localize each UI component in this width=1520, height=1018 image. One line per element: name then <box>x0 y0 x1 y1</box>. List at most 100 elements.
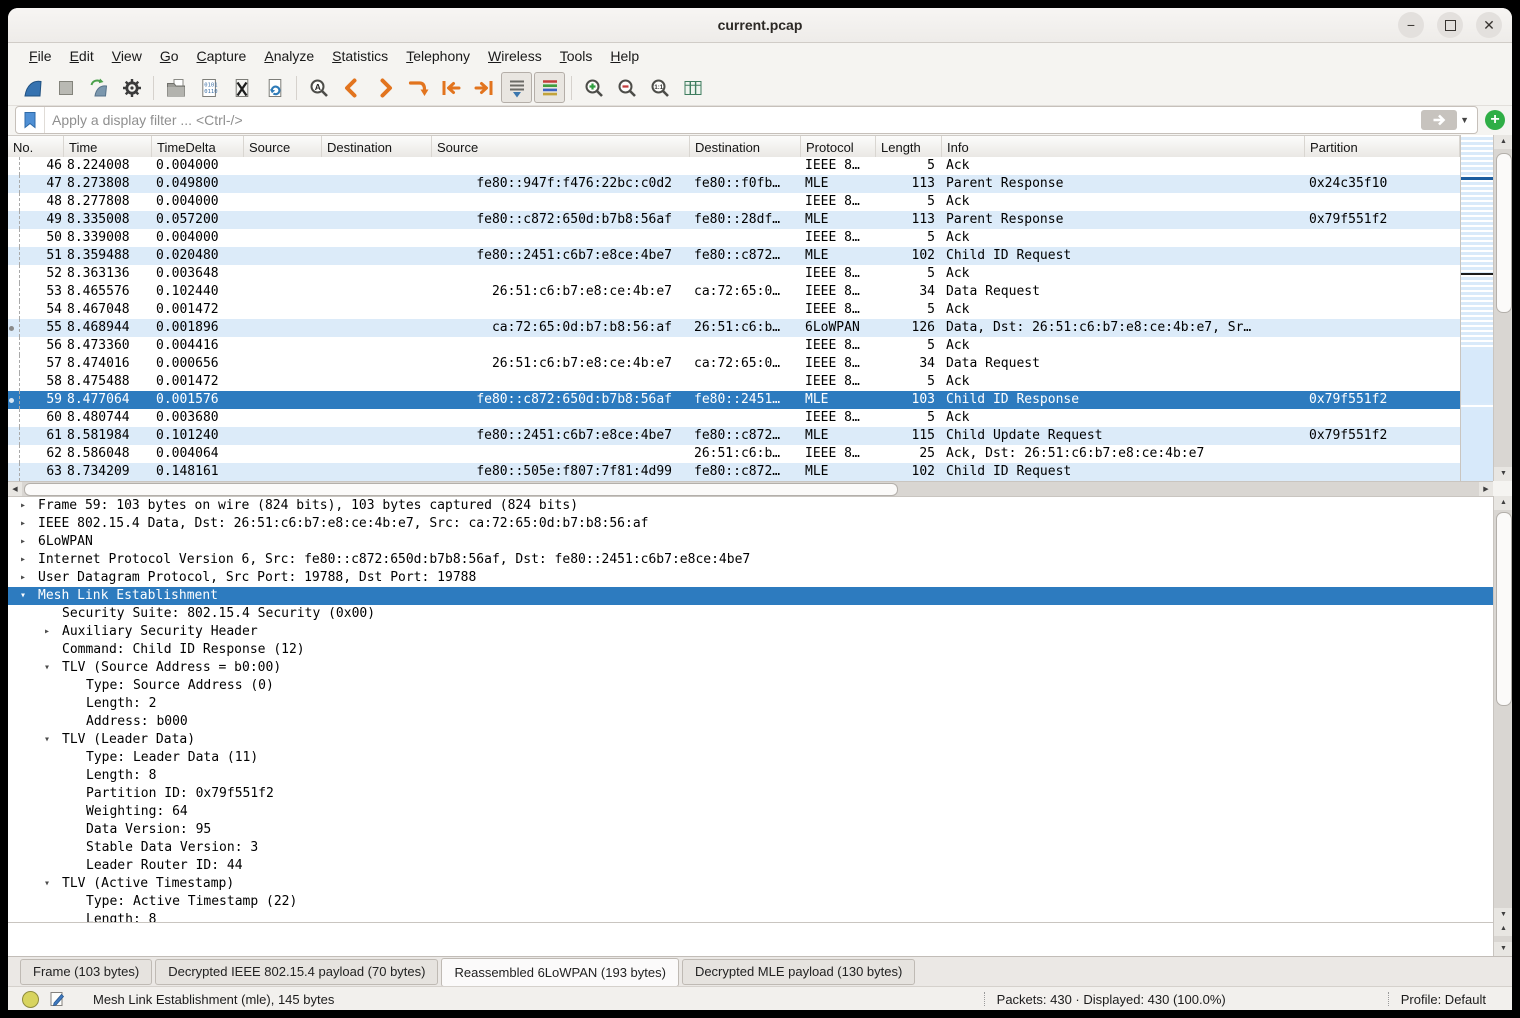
filter-bookmark-button[interactable] <box>16 107 45 133</box>
column-header-source[interactable]: Source <box>432 136 690 158</box>
open-file-folder-icon[interactable] <box>160 72 191 103</box>
menu-tools[interactable]: Tools <box>551 44 602 68</box>
close-button[interactable]: ✕ <box>1476 12 1502 38</box>
detail-row[interactable]: Address: b000 <box>8 713 1493 731</box>
packet-row-62[interactable]: 628.5860480.00406426:51:c6:b…IEEE 8…25Ac… <box>8 445 1460 463</box>
restart-capture-icon[interactable] <box>83 72 114 103</box>
go-back-icon[interactable] <box>336 72 367 103</box>
expert-info-icon[interactable] <box>22 991 39 1008</box>
zoom-out-icon[interactable] <box>611 72 642 103</box>
packet-row-46[interactable]: 468.2240080.004000IEEE 8…5Ack <box>8 157 1460 175</box>
detail-row[interactable]: ▸6LoWPAN <box>8 533 1493 551</box>
packet-row-61[interactable]: 618.5819840.101240fe80::2451:c6b7:e8ce:4… <box>8 427 1460 445</box>
scroll-down-arrow[interactable]: ▼ <box>1494 467 1512 481</box>
expanded-arrow-icon[interactable]: ▾ <box>16 587 30 605</box>
packet-row-58[interactable]: 588.4754880.001472IEEE 8…5Ack <box>8 373 1460 391</box>
go-forward-icon[interactable] <box>369 72 400 103</box>
packet-list-hscrollbar[interactable]: ◀ ▶ <box>8 481 1493 497</box>
menu-analyze[interactable]: Analyze <box>255 44 323 68</box>
packet-row-52[interactable]: 528.3631360.003648IEEE 8…5Ack <box>8 265 1460 283</box>
detail-row[interactable]: Leader Router ID: 44 <box>8 857 1493 875</box>
apply-filter-button[interactable] <box>1421 110 1457 130</box>
capture-comment-icon[interactable] <box>49 991 65 1007</box>
scroll-down-arrow[interactable]: ▼ <box>1494 942 1512 956</box>
packet-row-50[interactable]: 508.3390080.004000IEEE 8…5Ack <box>8 229 1460 247</box>
collapsed-arrow-icon[interactable]: ▸ <box>40 623 54 641</box>
menu-edit[interactable]: Edit <box>61 44 103 68</box>
packet-row-57[interactable]: 578.4740160.00065626:51:c6:b7:e8:ce:4b:e… <box>8 355 1460 373</box>
detail-vscrollbar[interactable]: ▲ ▼ <box>1493 496 1512 922</box>
column-header-no[interactable]: No. <box>8 136 64 158</box>
go-to-packet-icon[interactable] <box>402 72 433 103</box>
detail-row[interactable]: Length: 2 <box>8 695 1493 713</box>
byte-view-tab[interactable]: Decrypted MLE payload (130 bytes) <box>682 959 915 985</box>
detail-row[interactable]: Stable Data Version: 3 <box>8 839 1493 857</box>
menu-capture[interactable]: Capture <box>188 44 256 68</box>
column-header-info[interactable]: Info <box>942 136 1305 158</box>
column-header-length[interactable]: Length <box>876 136 942 158</box>
zoom-in-icon[interactable] <box>578 72 609 103</box>
packet-row-56[interactable]: 568.4733600.004416IEEE 8…5Ack <box>8 337 1460 355</box>
capture-options-gear-icon[interactable] <box>116 72 147 103</box>
packet-list-vscrollbar[interactable]: ▲ ▼ <box>1493 135 1512 481</box>
scroll-up-arrow[interactable]: ▲ <box>1494 922 1512 936</box>
packet-row-55[interactable]: 558.4689440.001896ca:72:65:0d:b7:b8:56:a… <box>8 319 1460 337</box>
detail-row[interactable]: Type: Active Timestamp (22) <box>8 893 1493 911</box>
detail-row[interactable]: Partition ID: 0x79f551f2 <box>8 785 1493 803</box>
detail-row[interactable]: ▸Frame 59: 103 bytes on wire (824 bits),… <box>8 497 1493 515</box>
first-packet-icon[interactable] <box>435 72 466 103</box>
display-filter-input[interactable] <box>45 112 1421 128</box>
packet-row-51[interactable]: 518.3594880.020480fe80::2451:c6b7:e8ce:4… <box>8 247 1460 265</box>
expanded-arrow-icon[interactable]: ▾ <box>40 875 54 893</box>
detail-row[interactable]: ▸Auxiliary Security Header <box>8 623 1493 641</box>
detail-row[interactable]: ▸User Datagram Protocol, Src Port: 19788… <box>8 569 1493 587</box>
detail-row[interactable]: Length: 8 <box>8 767 1493 785</box>
packet-row-53[interactable]: 538.4655760.10244026:51:c6:b7:e8:ce:4b:e… <box>8 283 1460 301</box>
detail-row[interactable]: Weighting: 64 <box>8 803 1493 821</box>
save-file-icon[interactable]: 01010110 <box>193 72 224 103</box>
packet-row-49[interactable]: 498.3350080.057200fe80::c872:650d:b7b8:5… <box>8 211 1460 229</box>
packet-row-63[interactable]: 638.7342090.148161fe80::505e:f807:7f81:4… <box>8 463 1460 481</box>
maximize-button[interactable] <box>1437 12 1463 38</box>
title-bar[interactable]: current.pcap − ✕ <box>8 8 1512 43</box>
scroll-down-arrow[interactable]: ▼ <box>1494 908 1512 922</box>
scroll-right-arrow[interactable]: ▶ <box>1479 482 1493 497</box>
byte-view-tab[interactable]: Reassembled 6LoWPAN (193 bytes) <box>441 958 678 987</box>
detail-row[interactable]: Type: Source Address (0) <box>8 677 1493 695</box>
menu-statistics[interactable]: Statistics <box>323 44 397 68</box>
add-filter-button[interactable]: + <box>1485 110 1505 130</box>
zoom-original-icon[interactable]: 1:1 <box>644 72 675 103</box>
menu-wireless[interactable]: Wireless <box>479 44 551 68</box>
colorize-packets-icon[interactable] <box>534 72 565 103</box>
detail-row[interactable]: ▾TLV (Leader Data) <box>8 731 1493 749</box>
menu-view[interactable]: View <box>103 44 151 68</box>
column-header-destination[interactable]: Destination <box>690 136 801 158</box>
detail-row[interactable]: ▸Internet Protocol Version 6, Src: fe80:… <box>8 551 1493 569</box>
column-header-destination[interactable]: Destination <box>322 136 432 158</box>
menu-help[interactable]: Help <box>601 44 648 68</box>
minimize-button[interactable]: − <box>1398 12 1424 38</box>
auto-scroll-icon[interactable] <box>501 72 532 103</box>
column-header-partition[interactable]: Partition <box>1305 136 1460 158</box>
wireshark-fin-start-capture-icon[interactable] <box>17 72 48 103</box>
detail-row[interactable]: Security Suite: 802.15.4 Security (0x00) <box>8 605 1493 623</box>
column-header-source[interactable]: Source <box>244 136 322 158</box>
menu-file[interactable]: File <box>20 44 61 68</box>
byte-view-tab[interactable]: Decrypted IEEE 802.15.4 payload (70 byte… <box>155 959 438 985</box>
packet-row-54[interactable]: 548.4670480.001472IEEE 8…5Ack <box>8 301 1460 319</box>
status-profile[interactable]: Profile: Default <box>1401 992 1486 1007</box>
column-header-protocol[interactable]: Protocol <box>801 136 876 158</box>
detail-row[interactable]: ▾Mesh Link Establishment <box>8 587 1493 605</box>
collapsed-arrow-icon[interactable]: ▸ <box>16 569 30 587</box>
detail-row[interactable]: ▸IEEE 802.15.4 Data, Dst: 26:51:c6:b7:e8… <box>8 515 1493 533</box>
scroll-up-arrow[interactable]: ▲ <box>1494 496 1512 510</box>
byte-view-tab[interactable]: Frame (103 bytes) <box>20 959 152 985</box>
reload-file-icon[interactable] <box>259 72 290 103</box>
column-header-timedelta[interactable]: TimeDelta <box>152 136 244 158</box>
packet-row-47[interactable]: 478.2738080.049800fe80::947f:f476:22bc:c… <box>8 175 1460 193</box>
filter-dropdown-caret[interactable]: ▼ <box>1460 115 1469 125</box>
bytes-vscrollbar[interactable]: ▲ ▼ <box>1493 922 1512 956</box>
menu-go[interactable]: Go <box>151 44 188 68</box>
packet-row-60[interactable]: 608.4807440.003680IEEE 8…5Ack <box>8 409 1460 427</box>
collapsed-arrow-icon[interactable]: ▸ <box>16 533 30 551</box>
